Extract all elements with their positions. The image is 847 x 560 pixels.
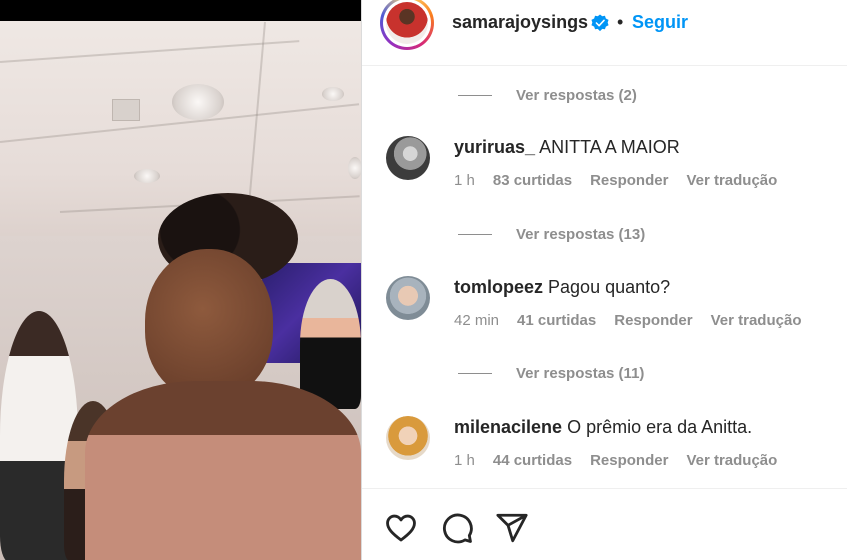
comment-text: O prêmio era da Anitta. [567,417,753,437]
commenter-username[interactable]: tomlopeez [454,277,543,297]
comment-time: 42 min [454,312,500,329]
commenter-username[interactable]: yuriruas_ [454,137,535,157]
comment-meta: 42 min 41 curtidas Responder Ver traduçã… [454,312,801,329]
author-username[interactable]: samarajoysings [452,12,588,33]
commenter-username[interactable]: milenacilene [454,417,562,437]
replies-divider-line [458,233,492,235]
comment-time: 1 h [454,452,475,469]
post-media[interactable] [0,0,361,560]
view-replies-label: Ver respostas (13) [516,225,646,243]
reply-button[interactable]: Responder [590,172,668,189]
comment-likes[interactable]: 44 curtidas [493,452,572,469]
reply-button[interactable]: Responder [614,312,692,329]
commenter-avatar[interactable] [386,276,430,320]
post-photo [0,21,361,560]
comments-panel: samarajoysings • Seguir Ver respostas (2… [362,0,847,560]
comment-likes[interactable]: 41 curtidas [517,312,596,329]
replies-divider-line [458,94,492,96]
comment-time: 1 h [454,172,475,189]
follow-button[interactable]: Seguir [632,12,688,33]
translate-button[interactable]: Ver tradução [686,452,777,469]
view-replies-button[interactable]: Ver respostas (11) [458,362,644,384]
comment-text: Pagou quanto? [548,277,671,297]
view-replies-button[interactable]: Ver respostas (2) [458,84,637,106]
view-replies-label: Ver respostas (2) [516,86,637,104]
comment-text: ANITTA A MAIOR [539,137,680,157]
heart-icon[interactable] [384,511,418,545]
replies-divider-line [458,372,492,374]
view-replies-label: Ver respostas (11) [516,364,645,382]
post-header: samarajoysings • Seguir [362,0,847,66]
author-avatar[interactable] [380,0,434,50]
view-replies-button[interactable]: Ver respostas (13) [458,223,645,245]
post-actions-bar [362,488,847,560]
reply-button[interactable]: Responder [590,452,668,469]
translate-button[interactable]: Ver tradução [711,312,802,329]
media-top-bar [0,0,361,21]
commenter-avatar[interactable] [386,416,430,460]
comment-likes[interactable]: 83 curtidas [493,172,572,189]
verified-badge-icon [591,14,609,32]
share-icon[interactable] [495,511,529,545]
commenter-avatar[interactable] [386,136,430,180]
comment-meta: 1 h 44 curtidas Responder Ver tradução [454,452,777,469]
comment-meta: 1 h 83 curtidas Responder Ver tradução [454,172,777,189]
comment-icon[interactable] [440,511,474,545]
separator-dot: • [617,12,624,32]
translate-button[interactable]: Ver tradução [686,172,777,189]
